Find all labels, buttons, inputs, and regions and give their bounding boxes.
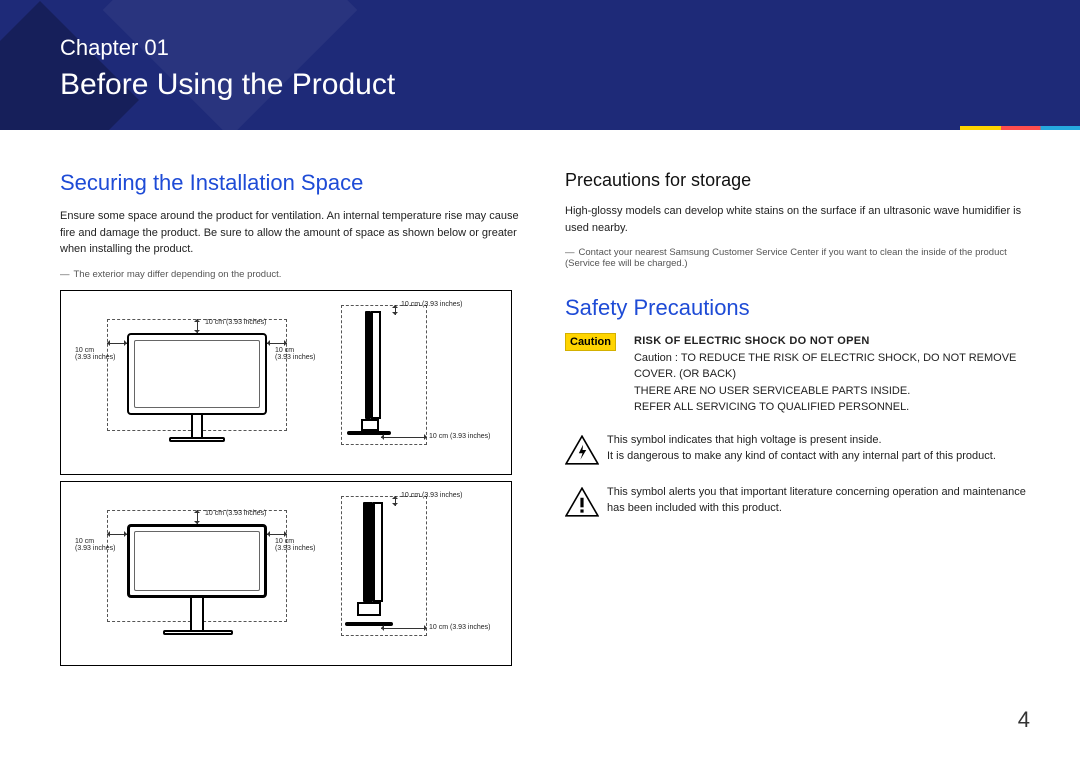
dim2-side-top: 10 cm (3.93 inches): [401, 492, 462, 500]
storage-heading: Precautions for storage: [565, 170, 1030, 191]
dim2-top: 10 cm (3.93 inches): [205, 510, 266, 518]
warning-info-icon: [565, 484, 607, 520]
dim2-side-right: 10 cm (3.93 inches): [429, 624, 490, 632]
chapter-banner: Chapter 01 Before Using the Product: [0, 0, 1080, 130]
clearance-diagram-2: 10 cm (3.93 inches) 10 cm (3.93 inches) …: [60, 481, 512, 666]
caution-block: Caution RISK OF ELECTRIC SHOCK DO NOT OP…: [565, 333, 1030, 416]
clearance-diagram-1: 10 cm (3.93 inches) 10 cm (3.93 inches) …: [60, 290, 512, 475]
info-symbol-row: This symbol alerts you that important li…: [565, 484, 1030, 520]
dim-left: 10 cm (3.93 inches): [75, 347, 115, 362]
safety-heading: Safety Precautions: [565, 295, 1030, 321]
right-column: Precautions for storage High-glossy mode…: [565, 170, 1030, 672]
banner-accent-stripe: [960, 126, 1080, 130]
caution-label: Caution: [565, 333, 616, 351]
storage-note: Contact your nearest Samsung Customer Se…: [565, 247, 1030, 269]
hv-symbol-row: This symbol indicates that high voltage …: [565, 432, 1030, 468]
dim-right: 10 cm (3.93 inches): [275, 347, 315, 362]
caution-body: Caution : TO REDUCE THE RISK OF ELECTRIC…: [634, 352, 1016, 414]
dim-top: 10 cm (3.93 inches): [205, 319, 266, 327]
high-voltage-icon: [565, 432, 607, 468]
clearance-diagrams: 10 cm (3.93 inches) 10 cm (3.93 inches) …: [60, 290, 525, 666]
caution-title: RISK OF ELECTRIC SHOCK DO NOT OPEN: [634, 335, 870, 347]
hv-symbol-text: This symbol indicates that high voltage …: [607, 432, 1030, 465]
banner-decorative-bg: [0, 0, 1080, 130]
page-number: 4: [1018, 707, 1030, 733]
dim2-right: 10 cm (3.93 inches): [275, 538, 315, 553]
installation-text: Ensure some space around the product for…: [60, 208, 525, 258]
dim-side-right: 10 cm (3.93 inches): [429, 433, 490, 441]
left-column: Securing the Installation Space Ensure s…: [60, 170, 525, 672]
installation-heading: Securing the Installation Space: [60, 170, 525, 196]
chapter-label: Chapter 01: [60, 35, 169, 61]
dim2-left: 10 cm (3.93 inches): [75, 538, 115, 553]
dim-side-top: 10 cm (3.93 inches): [401, 301, 462, 309]
info-symbol-text: This symbol alerts you that important li…: [607, 484, 1030, 517]
storage-text: High-glossy models can develop white sta…: [565, 203, 1030, 236]
chapter-title: Before Using the Product: [60, 68, 395, 102]
installation-note: The exterior may differ depending on the…: [60, 269, 525, 280]
